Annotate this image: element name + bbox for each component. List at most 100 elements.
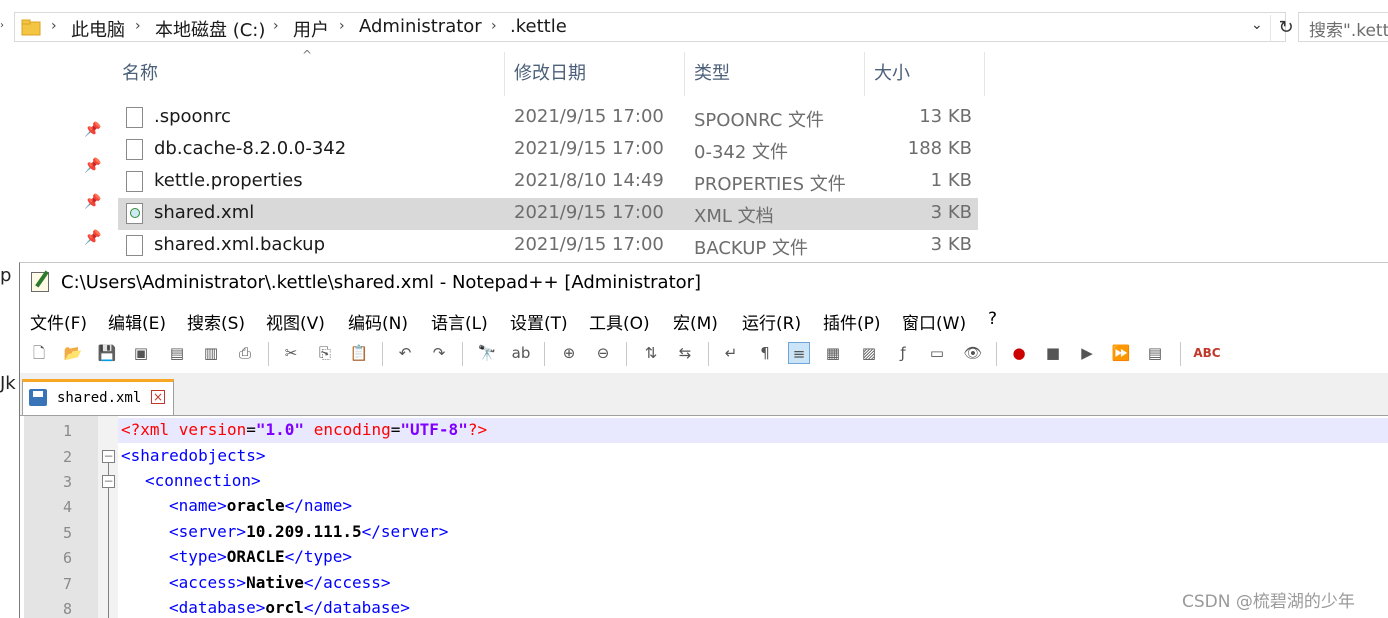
line-number: 5 [62, 524, 72, 542]
pin-icon[interactable]: 📌 [84, 194, 101, 210]
fold-collapse-icon[interactable]: − [102, 450, 115, 463]
close-all-icon[interactable]: ▥ [200, 342, 222, 364]
run-macro-multiple-icon[interactable]: ⏩ [1110, 342, 1132, 364]
pin-icon[interactable]: 📌 [84, 158, 101, 174]
code-line-4: <name>oracle</name> [169, 496, 352, 515]
column-divider[interactable] [684, 52, 685, 96]
play-macro-icon[interactable]: ▶ [1076, 342, 1098, 364]
menu-file[interactable]: 文件(F) [30, 309, 87, 334]
folder-workspace-icon[interactable]: ƒ [892, 342, 914, 364]
breadcrumb-local-disk[interactable]: 本地磁盘 (C:) [155, 16, 265, 42]
file-date: 2021/9/15 17:00 [514, 106, 664, 127]
file-icon [126, 107, 143, 128]
chevron-right-icon[interactable]: › [51, 18, 57, 34]
function-list-icon[interactable]: ▨ [858, 342, 880, 364]
file-row-shared-xml[interactable]: shared.xml 2021/9/15 17:00 XML 文档 3 KB [118, 198, 978, 230]
chevron-right-icon[interactable]: › [273, 18, 279, 34]
zoom-out-icon[interactable]: ⊖ [592, 342, 614, 364]
menu-encoding[interactable]: 编码(N) [348, 309, 408, 334]
refresh-icon[interactable]: ↻ [1270, 15, 1301, 41]
new-file-icon[interactable]: 🗋 [28, 342, 50, 364]
print-icon[interactable]: ⎙ [234, 342, 256, 364]
open-file-icon[interactable]: 📂 [62, 342, 84, 364]
menu-plugins[interactable]: 插件(P) [823, 309, 881, 334]
title-bar[interactable]: C:\Users\Administrator\.kettle\shared.xm… [20, 263, 1388, 303]
menu-help[interactable]: ? [988, 309, 997, 329]
search-input[interactable]: 搜索".kettle" [1298, 12, 1388, 42]
toolbar-separator [382, 342, 383, 366]
close-icon[interactable]: ▤ [166, 342, 188, 364]
toolbar-separator [544, 342, 545, 366]
save-all-icon[interactable]: ▣ [130, 342, 152, 364]
tab-shared-xml[interactable]: shared.xml × [22, 379, 174, 415]
zoom-in-icon[interactable]: ⊕ [558, 342, 580, 364]
find-icon[interactable]: 🔭 [476, 342, 498, 364]
column-divider[interactable] [864, 52, 865, 96]
menu-macro[interactable]: 宏(M) [673, 309, 718, 334]
menu-settings[interactable]: 设置(T) [510, 309, 568, 334]
toolbar-separator [462, 342, 463, 366]
show-all-chars-icon[interactable]: ¶ [754, 342, 776, 364]
close-icon[interactable]: × [151, 390, 165, 404]
word-wrap-icon[interactable]: ↵ [720, 342, 742, 364]
sync-vertical-icon[interactable]: ⇅ [640, 342, 662, 364]
copy-icon[interactable]: ⎘ [314, 342, 336, 364]
chevron-right-icon[interactable]: › [339, 18, 345, 34]
file-row-db-cache[interactable]: db.cache-8.2.0.0-342 2021/9/15 17:00 0-3… [118, 134, 978, 166]
indent-guide-icon[interactable]: ≡ [788, 342, 810, 364]
breadcrumb-administrator[interactable]: Administrator [359, 16, 482, 37]
save-icon [29, 389, 47, 406]
breadcrumb-kettle[interactable]: .kettle [510, 16, 567, 37]
breadcrumb-users[interactable]: 用户 [293, 16, 329, 42]
nav-expand-arrow[interactable]: › [0, 20, 4, 31]
toolbar-separator [708, 342, 709, 366]
fold-collapse-icon[interactable]: − [102, 475, 115, 488]
column-header-name[interactable]: 名称 [116, 52, 504, 96]
column-divider[interactable] [984, 52, 985, 96]
file-row-shared-xml-backup[interactable]: shared.xml.backup 2021/9/15 17:00 BACKUP… [118, 230, 978, 262]
menu-language[interactable]: 语言(L) [431, 309, 488, 334]
column-divider[interactable] [504, 52, 505, 96]
menu-tools[interactable]: 工具(O) [589, 309, 650, 334]
menu-edit[interactable]: 编辑(E) [108, 309, 166, 334]
column-header-date[interactable]: 修改日期 [508, 52, 684, 96]
address-bar[interactable]: › 此电脑 › 本地磁盘 (C:) › 用户 › Administrator ›… [14, 12, 1294, 42]
record-macro-icon[interactable]: ● [1008, 342, 1030, 364]
menu-view[interactable]: 视图(V) [266, 309, 325, 334]
redo-icon[interactable]: ↷ [428, 342, 450, 364]
cut-icon[interactable]: ✂ [280, 342, 302, 364]
spell-check-icon[interactable]: ABC [1192, 342, 1222, 364]
xml-declaration-open: <?xml [121, 420, 179, 439]
file-size: 1 KB [930, 170, 972, 191]
file-row-spoonrc[interactable]: .spoonrc 2021/9/15 17:00 SPOONRC 文件 13 K… [118, 102, 978, 134]
paste-icon[interactable]: 📋 [348, 342, 370, 364]
toolbar-separator [996, 342, 997, 366]
chevron-right-icon[interactable]: › [491, 18, 497, 34]
pin-icon[interactable]: 📌 [84, 122, 101, 138]
line-number: 2 [62, 448, 72, 466]
chevron-right-icon[interactable]: › [135, 18, 141, 34]
doc-map-icon[interactable]: ▦ [822, 342, 844, 364]
stop-macro-icon[interactable]: ■ [1042, 342, 1064, 364]
menu-search[interactable]: 搜索(S) [187, 309, 245, 334]
column-header-size[interactable]: 大小 [868, 52, 984, 96]
xml-file-icon [126, 203, 143, 224]
pin-icon[interactable]: 📌 [84, 230, 101, 246]
menu-run[interactable]: 运行(R) [742, 309, 801, 334]
file-row-kettle-properties[interactable]: kettle.properties 2021/8/10 14:49 PROPER… [118, 166, 978, 198]
sync-horizontal-icon[interactable]: ⇆ [674, 342, 696, 364]
breadcrumb-this-pc[interactable]: 此电脑 [71, 16, 125, 42]
file-type: 0-342 文件 [694, 142, 789, 163]
monitoring-icon[interactable]: ▭ [926, 342, 948, 364]
undo-icon[interactable]: ↶ [394, 342, 416, 364]
menu-window[interactable]: 窗口(W) [902, 309, 966, 334]
replace-icon[interactable]: ab [510, 342, 532, 364]
eye-icon[interactable]: 👁 [962, 342, 984, 364]
toolbar: 🗋 📂 💾 ▣ ▤ ▥ ⎙ ✂ ⎘ 📋 ↶ ↷ 🔭 ab ⊕ ⊖ ⇅ ⇆ ↵ ¶… [20, 337, 1388, 373]
save-macro-icon[interactable]: ▤ [1144, 342, 1166, 364]
chevron-down-icon[interactable]: ⌄ [1251, 17, 1263, 33]
xml-tag: <server> [169, 522, 247, 541]
column-header-type[interactable]: 类型 [688, 52, 864, 96]
file-date: 2021/8/10 14:49 [514, 170, 664, 191]
save-icon[interactable]: 💾 [96, 342, 118, 364]
